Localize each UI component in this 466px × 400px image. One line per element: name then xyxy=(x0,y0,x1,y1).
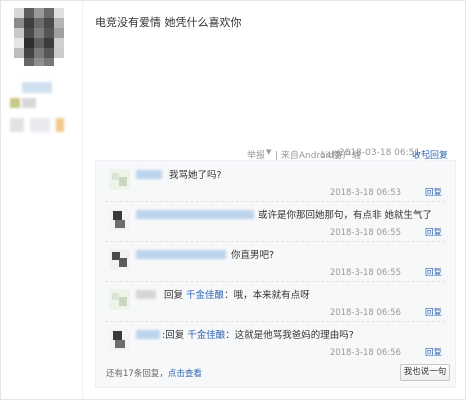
reply-item: 我骂她了吗? 2018-3-18 06:53 回复 xyxy=(96,161,455,202)
reply-button[interactable]: 回复 xyxy=(425,266,442,278)
member-badge-icon xyxy=(10,118,24,132)
reply-avatar[interactable] xyxy=(109,249,130,270)
reply-item: 或许是你那回她那句，有点非 她就生气了 2018-3-18 06:55 回复 xyxy=(96,201,455,242)
reply-username-blurred[interactable] xyxy=(136,290,156,299)
reply-text: 回复 千金佳酿：哦，本来就有点呀 xyxy=(164,290,310,301)
reply-time: 2018-3-18 06:55 xyxy=(329,268,401,278)
reply-button[interactable]: 回复 xyxy=(425,186,442,198)
reply-item: 你直男吧? 2018-3-18 06:55 回复 xyxy=(96,241,455,282)
reply-avatar[interactable] xyxy=(109,329,130,350)
badge-icon xyxy=(22,98,36,108)
badge-icon xyxy=(30,118,50,132)
level-badge-icon xyxy=(10,98,20,108)
reply-username-blurred[interactable] xyxy=(136,170,162,179)
reply-username-blurred[interactable] xyxy=(136,210,254,219)
author-avatar[interactable] xyxy=(8,6,70,68)
badge-icon xyxy=(56,118,64,132)
post-timestamp: 2018-03-18 06:51 xyxy=(339,148,421,158)
reply-time: 2018-3-18 06:56 xyxy=(329,348,401,358)
reply-panel: 我骂她了吗? 2018-3-18 06:53 回复 或许是你那回她那句，有点非 … xyxy=(95,155,456,388)
reply-button[interactable]: 回复 xyxy=(425,306,442,318)
reply-text: 或许是你那回她那句，有点非 她就生气了 xyxy=(258,210,433,221)
say-something-button[interactable]: 我也说一句 xyxy=(400,364,450,381)
reply-username-blurred[interactable] xyxy=(136,250,226,259)
reply-text: :回复 千金佳酿：这就是他骂我爸妈的理由吗? xyxy=(162,330,354,341)
reply-button[interactable]: 回复 xyxy=(425,226,442,238)
reply-time: 2018-3-18 06:56 xyxy=(329,308,401,318)
post-meta-bar: 举报 ▼ | 来自Android客户端 14楼 2018-03-18 06:51… xyxy=(0,147,455,161)
reply-text: 我骂她了吗? xyxy=(169,170,222,181)
author-name-blurred[interactable] xyxy=(22,82,52,93)
author-column-divider xyxy=(82,0,83,398)
reply-avatar[interactable] xyxy=(109,209,130,230)
reply-button[interactable]: 回复 xyxy=(425,346,442,358)
reply-avatar[interactable] xyxy=(109,289,130,310)
reply-item: 回复 千金佳酿：哦，本来就有点呀 2018-3-18 06:56 回复 xyxy=(96,281,455,322)
reply-item: :回复 千金佳酿：这就是他骂我爸妈的理由吗? 2018-3-18 06:56 回… xyxy=(96,321,455,361)
view-more-link[interactable]: 点击查看 xyxy=(168,369,202,379)
post-content: 电竞没有爱情 她凭什么喜欢你 xyxy=(95,16,242,29)
reply-time: 2018-3-18 06:53 xyxy=(329,188,401,198)
more-replies-row: 还有17条回复，点击查看 xyxy=(106,369,202,379)
reply-text: 你直男吧? xyxy=(231,250,275,261)
chevron-down-icon[interactable]: ▼ xyxy=(266,148,271,156)
reply-avatar[interactable] xyxy=(109,169,130,190)
reply-username-blurred[interactable] xyxy=(136,330,160,339)
reply-time: 2018-3-18 06:55 xyxy=(329,228,401,238)
